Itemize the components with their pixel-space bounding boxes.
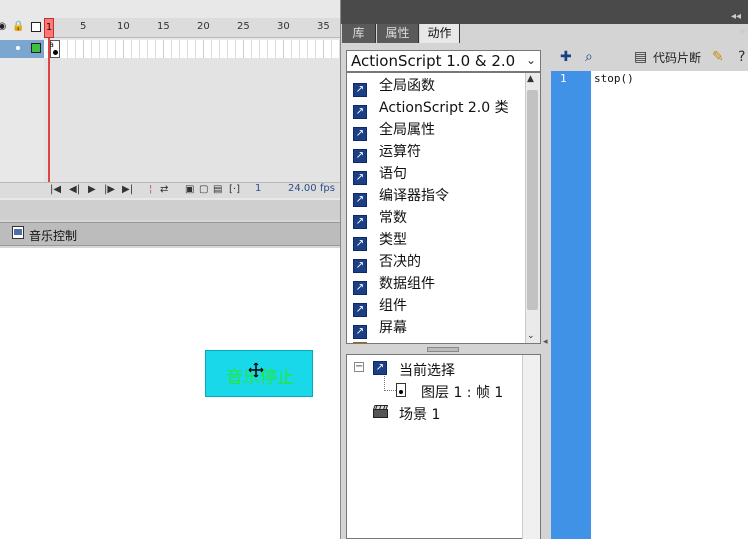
tab-properties[interactable]: 属性 [377,24,419,43]
book-icon: ↗ [373,361,387,375]
ruler-tick-15: 15 [157,21,170,32]
ruler-tick-10: 10 [117,21,130,32]
nav-current-selection[interactable]: 当前选择 [399,360,455,380]
tree-connector [384,376,385,391]
toolbox-item[interactable]: ↗ 否决的 [353,251,421,273]
panel-divider [0,200,340,220]
collapse-left-icon[interactable]: ◂ [543,337,548,347]
code-snippets-button[interactable]: 代码片断 [653,49,701,66]
scene-icon-inner [14,229,22,235]
go-to-first-frame-icon[interactable]: |◀ [50,183,61,197]
book-icon: ↗ [353,215,367,229]
nav-frame-item[interactable]: 图层 1 : 帧 1 [421,382,503,402]
toolbox-item[interactable]: ↗ ActionScript 2.0 类 [353,97,509,119]
go-to-last-frame-icon[interactable]: ▶| [122,183,133,197]
code-snippets-icon[interactable]: ▤ [634,49,647,65]
line-number-gutter [551,71,591,539]
move-cursor-icon [248,362,264,378]
panel-header [341,0,748,24]
toolbox-item[interactable]: ↗ 类型 [353,229,407,251]
edit-multiple-frames-icon[interactable]: ▤ [213,183,222,197]
ruler-tick-20: 20 [197,21,210,32]
layer-color-swatch[interactable] [31,43,41,53]
toolbox-item[interactable]: ↗ 数据组件 [353,273,435,295]
ruler-tick-5: 5 [80,21,87,32]
book-icon: ↗ [353,127,367,141]
play-icon[interactable]: ▶ [88,183,96,197]
book-icon: ↗ [353,171,367,185]
playhead-line[interactable] [48,18,50,182]
toolbox-item[interactable]: ↗ 语句 [353,163,407,185]
toolbox-item[interactable]: ↗ 全局属性 [353,119,435,141]
ruler-tick-30: 30 [277,21,290,32]
tree-connector [384,390,396,391]
toolbox-item[interactable]: ↗ 编译器指令 [353,185,449,207]
toolbox-item[interactable]: ↗ 常数 [353,207,407,229]
editor-splitter[interactable] [541,43,551,539]
step-back-icon[interactable]: ◀| [69,183,80,197]
toolbox-scrollbar-thumb[interactable] [527,90,538,310]
step-forward-icon[interactable]: |▶ [104,183,115,197]
lock-icon[interactable]: 🔒 [12,22,24,32]
toolbox-item[interactable]: ↗ 组件 [353,295,407,317]
line-number: 1 [560,72,567,85]
collapse-panel-icon[interactable]: ◂◂ [731,11,741,22]
scene-breadcrumb[interactable]: 音乐控制 [29,227,77,244]
collapse-icon[interactable]: − [354,362,364,372]
frame-rate[interactable]: 24.00 fps [288,183,335,194]
find-icon[interactable]: ⌕ [585,49,593,65]
toolbox-item[interactable]: ↗ 屏幕 [353,317,407,339]
add-statement-icon[interactable]: ✚ [560,49,572,65]
book-icon: ↗ [353,83,367,97]
onion-skin-icon[interactable]: ▣ [185,183,194,197]
script-editor[interactable] [591,71,748,539]
ruler-tick-35: 35 [317,21,330,32]
tab-library[interactable]: 库 [342,24,376,43]
loop-icon[interactable]: ⇄ [160,183,168,197]
splitter-grip[interactable] [427,347,459,352]
book-icon: ↗ [353,237,367,251]
help-icon[interactable]: ? [738,49,745,65]
navigator-scrollbar[interactable] [522,355,540,539]
scene-clapper-icon [373,405,388,418]
tab-actions[interactable]: 动作 [420,24,460,43]
playhead[interactable]: 1 [44,18,54,38]
toolbox-item[interactable]: ↗ 全局函数 [353,75,435,97]
panel-menu-icon[interactable]: ▾≡ [740,27,748,38]
scroll-down-icon[interactable]: ⌄ [527,331,535,341]
book-icon: ↗ [353,281,367,295]
scroll-up-icon[interactable]: ▲ [527,74,534,84]
modify-onion-markers-icon[interactable]: [·] [229,183,240,197]
onion-skin-outlines-icon[interactable]: ▢ [199,183,208,197]
layer-visible-dot[interactable] [16,46,20,50]
code-line[interactable]: stop() [594,72,634,85]
current-frame-number[interactable]: 1 [255,183,261,194]
chevron-down-icon[interactable]: ⌄ [526,53,536,67]
center-frame-icon[interactable]: ¦ [149,183,152,197]
frame-icon-dot [399,390,403,394]
nav-scene-item[interactable]: 场景 1 [399,404,440,424]
outline-icon[interactable] [31,22,41,32]
book-icon: ↗ [353,149,367,163]
frames-row-grid [44,40,340,58]
timeline-ruler[interactable]: 5 10 15 20 25 30 35 [44,18,340,38]
book-icon: ↗ [353,193,367,207]
book-icon: ↗ [353,105,367,119]
keyframe-dot [53,50,58,55]
eye-icon[interactable]: ◉ [0,22,7,32]
book-icon: ↗ [353,325,367,339]
actionscript-version-select[interactable]: ActionScript 1.0 & 2.0 [346,50,541,72]
ruler-tick-25: 25 [237,21,250,32]
magic-wand-icon[interactable]: ✎ [712,49,724,65]
book-icon: ↗ [353,303,367,317]
timeline-empty-area[interactable] [44,58,340,182]
book-icon: ↗ [353,259,367,273]
toolbox-item[interactable]: ↗ 运算符 [353,141,421,163]
actions-toolbox: ↗ 全局函数 ↗ ActionScript 2.0 类 ↗ 全局属性 ↗ 运算符 ↗ 语句… [346,72,541,344]
